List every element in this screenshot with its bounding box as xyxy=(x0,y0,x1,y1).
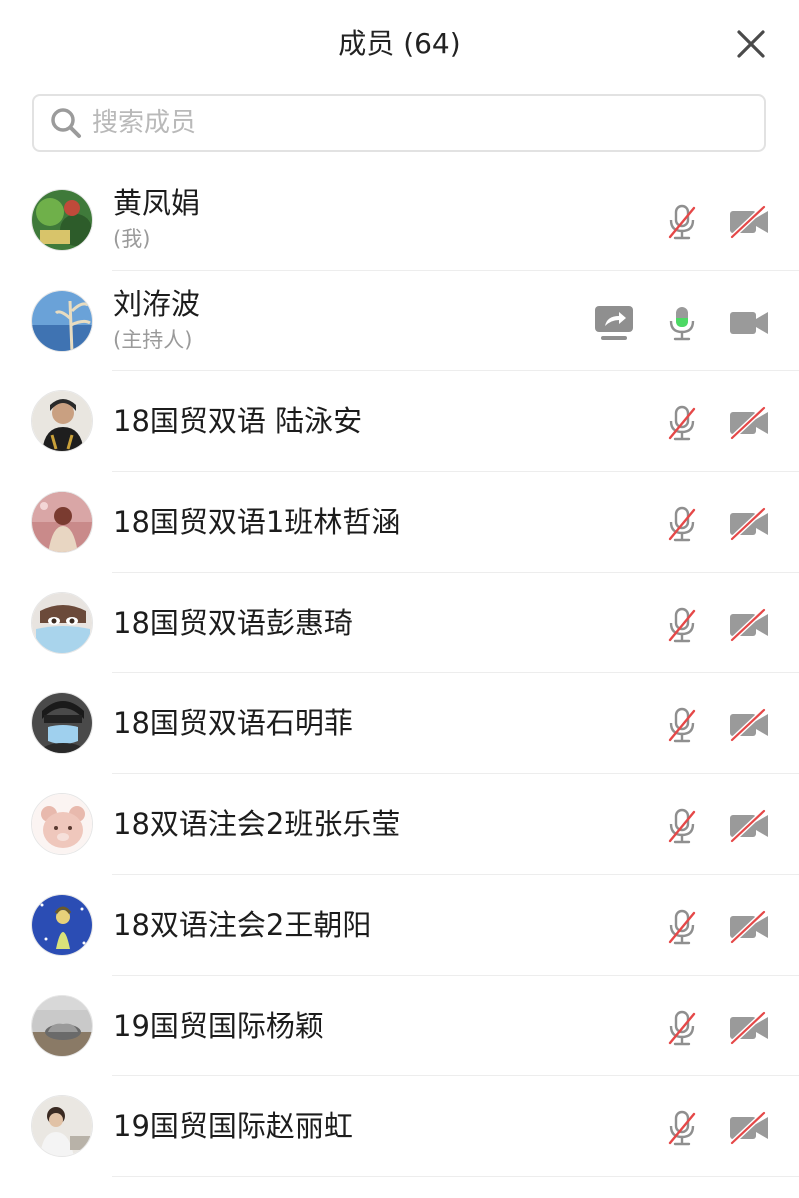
search-icon xyxy=(50,106,84,140)
member-row[interactable]: 黄凤娟 (我) xyxy=(0,170,799,271)
member-row[interactable]: 18国贸双语1班林哲涵 xyxy=(0,472,799,573)
member-list: 黄凤娟 (我) 刘洊波 (主持人) 18国贸双语 陆泳安 18国贸双语1班林哲涵 18国贸双… xyxy=(0,170,799,1177)
camera-icon[interactable] xyxy=(727,303,771,343)
member-name: 18双语注会2班张乐莹 xyxy=(113,807,401,842)
search-box[interactable] xyxy=(32,94,766,152)
member-name: 18国贸双语1班林哲涵 xyxy=(113,505,401,540)
mic-muted-icon[interactable] xyxy=(660,504,704,544)
mic-muted-icon[interactable] xyxy=(660,1108,704,1148)
divider xyxy=(112,1175,799,1177)
header: 成员 (64) xyxy=(0,0,799,88)
close-icon xyxy=(737,30,765,58)
avatar xyxy=(31,390,93,453)
avatar xyxy=(31,591,93,654)
camera-off-icon[interactable] xyxy=(727,605,771,645)
avatar xyxy=(31,893,93,956)
member-row[interactable]: 18双语注会2班张乐莹 xyxy=(0,774,799,875)
search-input[interactable] xyxy=(90,95,764,151)
camera-off-icon[interactable] xyxy=(727,1008,771,1048)
member-row[interactable]: 18国贸双语 陆泳安 xyxy=(0,371,799,473)
avatar xyxy=(31,491,93,554)
camera-off-icon[interactable] xyxy=(727,504,771,544)
mic-muted-icon[interactable] xyxy=(660,605,704,645)
camera-off-icon[interactable] xyxy=(727,705,771,745)
member-name: 19国贸国际赵丽虹 xyxy=(113,1109,353,1144)
avatar xyxy=(31,692,93,755)
member-row[interactable]: 18双语注会2王朝阳 xyxy=(0,875,799,976)
member-name: 刘洊波 xyxy=(113,286,201,321)
member-row[interactable]: 19国贸国际杨颖 xyxy=(0,976,799,1077)
avatar xyxy=(31,994,93,1057)
member-row[interactable]: 19国贸国际赵丽虹 xyxy=(0,1076,799,1177)
mic-muted-icon[interactable] xyxy=(660,403,704,443)
member-row[interactable]: 18国贸双语彭惠琦 xyxy=(0,573,799,674)
page-title: 成员 (64) xyxy=(338,27,461,60)
avatar xyxy=(31,189,93,251)
avatar xyxy=(31,1095,93,1158)
member-name: 19国贸国际杨颖 xyxy=(113,1008,324,1043)
close-button[interactable] xyxy=(733,26,769,62)
mic-muted-icon[interactable] xyxy=(660,1008,704,1048)
member-role: (主持人) xyxy=(113,327,193,352)
member-row[interactable]: 刘洊波 (主持人) xyxy=(0,271,799,372)
member-name: 18国贸双语石明菲 xyxy=(113,706,353,741)
member-row[interactable]: 18国贸双语石明菲 xyxy=(0,673,799,775)
camera-off-icon[interactable] xyxy=(727,1108,771,1148)
screen-share-icon[interactable] xyxy=(592,303,636,343)
mic-muted-icon[interactable] xyxy=(660,907,704,947)
member-name: 18国贸双语彭惠琦 xyxy=(113,605,353,640)
mic-muted-icon[interactable] xyxy=(660,705,704,745)
member-name: 18双语注会2王朝阳 xyxy=(113,907,372,942)
camera-off-icon[interactable] xyxy=(727,907,771,947)
member-role: (我) xyxy=(113,227,151,251)
avatar xyxy=(31,793,93,856)
mic-muted-icon[interactable] xyxy=(660,806,704,846)
member-name: 黄凤娟 xyxy=(113,186,201,220)
mic-muted-icon[interactable] xyxy=(660,202,704,242)
avatar xyxy=(31,289,93,352)
mic-icon[interactable] xyxy=(660,303,704,343)
member-name: 18国贸双语 陆泳安 xyxy=(113,404,363,439)
camera-off-icon[interactable] xyxy=(727,202,771,242)
camera-off-icon[interactable] xyxy=(727,806,771,846)
camera-off-icon[interactable] xyxy=(727,403,771,443)
